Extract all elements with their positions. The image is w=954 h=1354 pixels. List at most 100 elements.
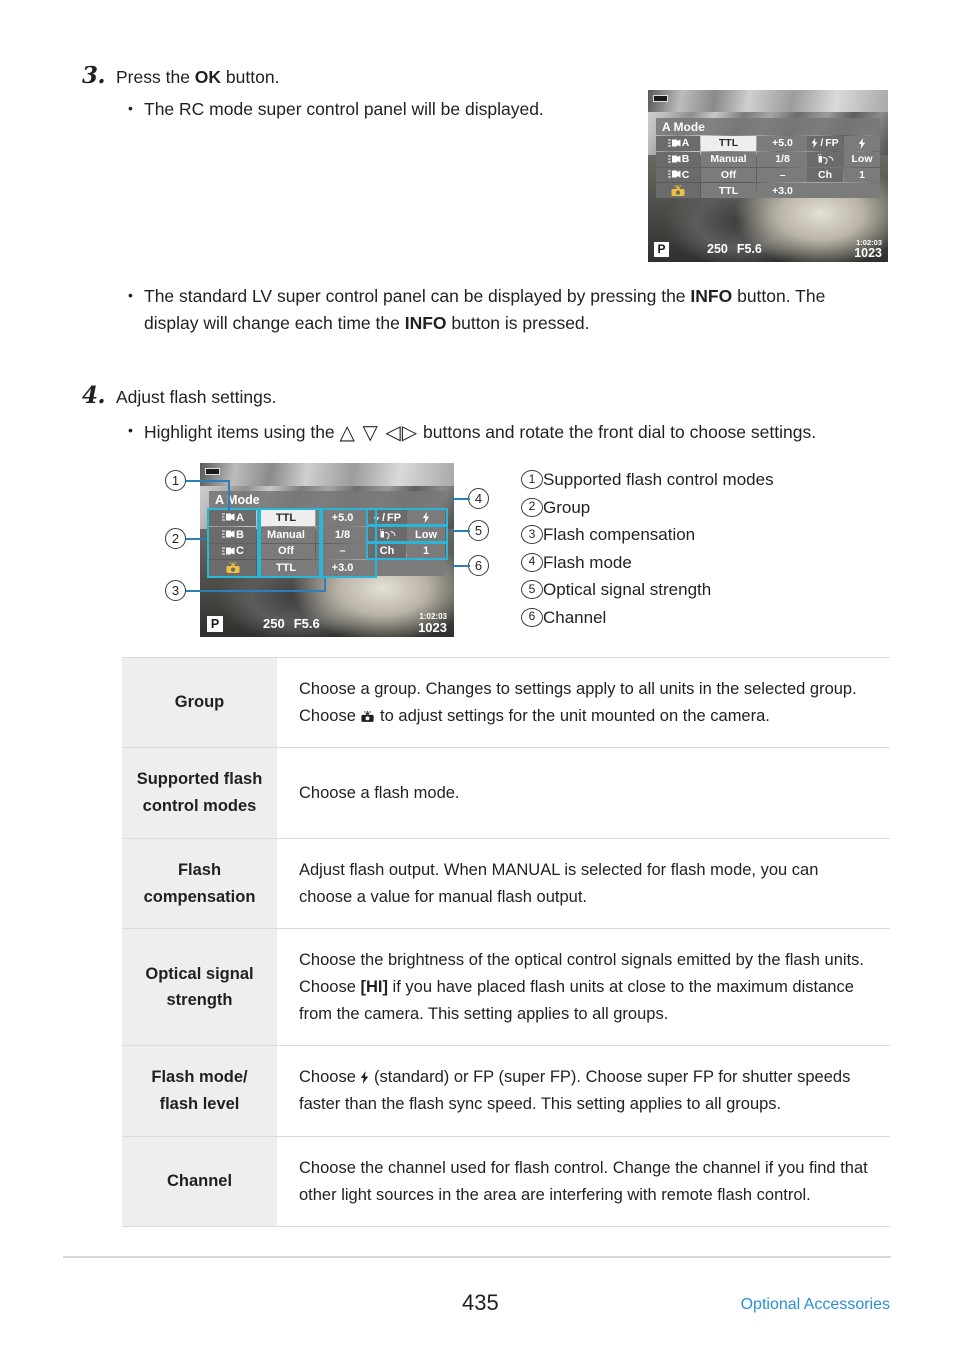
bullet-dot-icon: • <box>128 287 133 303</box>
flash-bolt-icon <box>811 138 818 149</box>
lcd-group-c[interactable]: C <box>656 167 700 183</box>
legend-item: 4 Flash mode <box>521 549 851 577</box>
legend-number: 1 <box>521 470 543 489</box>
lcd-signal-strength-label[interactable] <box>807 151 843 167</box>
table-key-channel: Channel <box>122 1135 277 1228</box>
legend-label: Flash compensation <box>543 525 696 545</box>
battery-icon <box>653 95 668 102</box>
step-4-number: 4. <box>82 382 106 409</box>
step-3-number: 3. <box>82 62 106 89</box>
lcd-group-camera[interactable] <box>209 560 256 576</box>
bullet-highlight-items: • Highlight items using the △ ▽ ◁▷ butto… <box>128 418 888 449</box>
legend-item: 1 Supported flash control modes <box>521 466 851 494</box>
table-value-channel: Choose the channel used for flash contro… <box>277 1135 890 1228</box>
lcd-channel-label[interactable]: Ch <box>368 543 406 560</box>
lcd-row-cam-comp[interactable]: +3.0 <box>757 183 808 198</box>
lcd-row-a-comp[interactable]: +5.0 <box>316 510 369 526</box>
table-row: Optical signal strength Choose the brigh… <box>122 928 890 1047</box>
table-key-supported-modes: Supported flash control modes <box>122 747 277 839</box>
legend-number: 6 <box>521 607 543 627</box>
step-3-text-after: button. <box>221 67 280 87</box>
legend-label: Group <box>543 497 591 517</box>
lcd-group-a[interactable]: A <box>209 510 256 526</box>
legend-number: 5 <box>521 580 543 600</box>
legend-label: Supported flash control modes <box>543 470 774 489</box>
lcd-group-camera[interactable] <box>656 183 700 198</box>
bullet-dot-icon: • <box>128 422 133 438</box>
lcd-group-b[interactable]: B <box>209 526 256 543</box>
flash-unit-icon <box>667 169 682 180</box>
flash-unit-icon <box>667 154 682 165</box>
flash-unit-icon <box>221 512 236 523</box>
lcd-group-b[interactable]: B <box>656 151 700 167</box>
lcd-row-b-mode[interactable]: Manual <box>257 526 315 543</box>
lcd-row-a-comp[interactable]: +5.0 <box>757 136 808 151</box>
lcd-row-c-mode[interactable]: Off <box>701 167 756 183</box>
group-desc-2: to adjust settings for the unit mounted … <box>375 706 770 725</box>
lcd-row-b-comp[interactable]: 1/8 <box>757 151 808 167</box>
lcd-channel-label[interactable]: Ch <box>807 167 843 183</box>
table-value-flash-mode-level: Choose (standard) or FP (super FP). Choo… <box>277 1045 890 1137</box>
bullet-highlight-items-text: Highlight items using the △ ▽ ◁▷ buttons… <box>144 418 888 449</box>
shutter-speed: 250 <box>707 242 728 256</box>
annotated-control-panel-image: A Mode A TTL +5.0 B Manual 1/8 C Off – T… <box>200 463 454 637</box>
lcd-row-a-mode[interactable]: TTL <box>257 510 315 526</box>
lcd-channel-value[interactable]: 1 <box>844 167 880 183</box>
lcd-status-bar: P 250 F5.6 1:02:03 1023 <box>200 610 454 637</box>
exposure-readout: 250 F5.6 <box>263 616 320 631</box>
lcd-row-c-comp[interactable]: – <box>757 167 808 183</box>
lcd-row-b-comp[interactable]: 1/8 <box>316 526 369 543</box>
lcd-row-a-mode[interactable]: TTL <box>701 136 756 151</box>
flash-unit-icon <box>221 529 236 540</box>
page-number: 435 <box>462 1290 499 1315</box>
table-row: Supported flash control modes Choose a f… <box>122 747 890 839</box>
lcd-row-cam-mode[interactable]: TTL <box>257 560 315 576</box>
exposure-readout: 250 F5.6 <box>707 242 762 256</box>
footer-divider <box>63 1256 891 1258</box>
lcd-group-c[interactable]: C <box>209 543 256 560</box>
lcd-mode-title: A Mode <box>215 493 260 507</box>
optical-signal-icon <box>817 153 834 164</box>
exposure-mode-badge: P <box>207 615 223 632</box>
lcd-signal-strength-label[interactable] <box>368 526 406 543</box>
lcd-flash-mode-value[interactable] <box>407 510 445 526</box>
lcd-group-b-label: B <box>681 153 690 166</box>
table-row: Flash mode/ flash level Choose (standard… <box>122 1045 890 1137</box>
aperture-value: F5.6 <box>293 616 320 631</box>
lcd-row-c-mode[interactable]: Off <box>257 543 315 560</box>
table-key-group: Group <box>122 656 277 749</box>
callout-6-leader <box>452 565 470 567</box>
lcd-settings-grid: A TTL +5.0 B Manual 1/8 C Off – TTL +3.0 <box>209 510 369 576</box>
bullet-dot-icon: • <box>128 100 133 116</box>
callout-1: 1 <box>165 470 186 491</box>
lcd-channel-value[interactable]: 1 <box>407 543 445 560</box>
callout-1-leader <box>186 480 230 482</box>
bullet-info-button-text: The standard LV super control panel can … <box>144 283 873 337</box>
lcd-row-cam-comp[interactable]: +3.0 <box>316 560 369 576</box>
legend-number: 2 <box>521 497 543 517</box>
aperture-value: F5.6 <box>736 242 762 256</box>
lcd-row-c-comp[interactable]: – <box>316 543 369 560</box>
lcd-signal-strength-value[interactable]: Low <box>407 526 445 543</box>
flash-unit-icon <box>667 138 682 149</box>
lcd-flash-mode-value[interactable] <box>844 136 880 151</box>
table-value-group: Choose a group. Changes to settings appl… <box>277 656 890 749</box>
lcd-group-c-label: C <box>236 545 244 558</box>
info-text-3: button is pressed. <box>446 313 590 334</box>
lcd-group-a[interactable]: A <box>656 136 700 151</box>
lcd-signal-strength-value[interactable]: Low <box>844 151 880 167</box>
lcd-row-b-mode[interactable]: Manual <box>701 151 756 167</box>
callout-2-leader <box>186 538 206 540</box>
step-3-text-before: Press the <box>116 67 195 87</box>
legend-number: 3 <box>521 525 543 545</box>
lcd-flash-mode-label[interactable]: / FP <box>368 510 406 526</box>
section-link[interactable]: Optional Accessories <box>741 1296 890 1314</box>
table-value-optical-signal: Choose the brightness of the optical con… <box>277 928 890 1047</box>
callout-5: 5 <box>468 520 489 541</box>
legend-label: Optical signal strength <box>543 580 712 600</box>
lcd-group-c-label: C <box>681 168 690 181</box>
lcd-row-cam-mode[interactable]: TTL <box>701 183 756 198</box>
table-row: Flash compensation Adjust flash output. … <box>122 837 890 930</box>
lcd-flash-mode-label[interactable]: / FP <box>807 136 843 151</box>
rc-super-control-panel-image: A Mode A TTL +5.0 B Manual 1/8 C Off – T… <box>648 90 888 262</box>
